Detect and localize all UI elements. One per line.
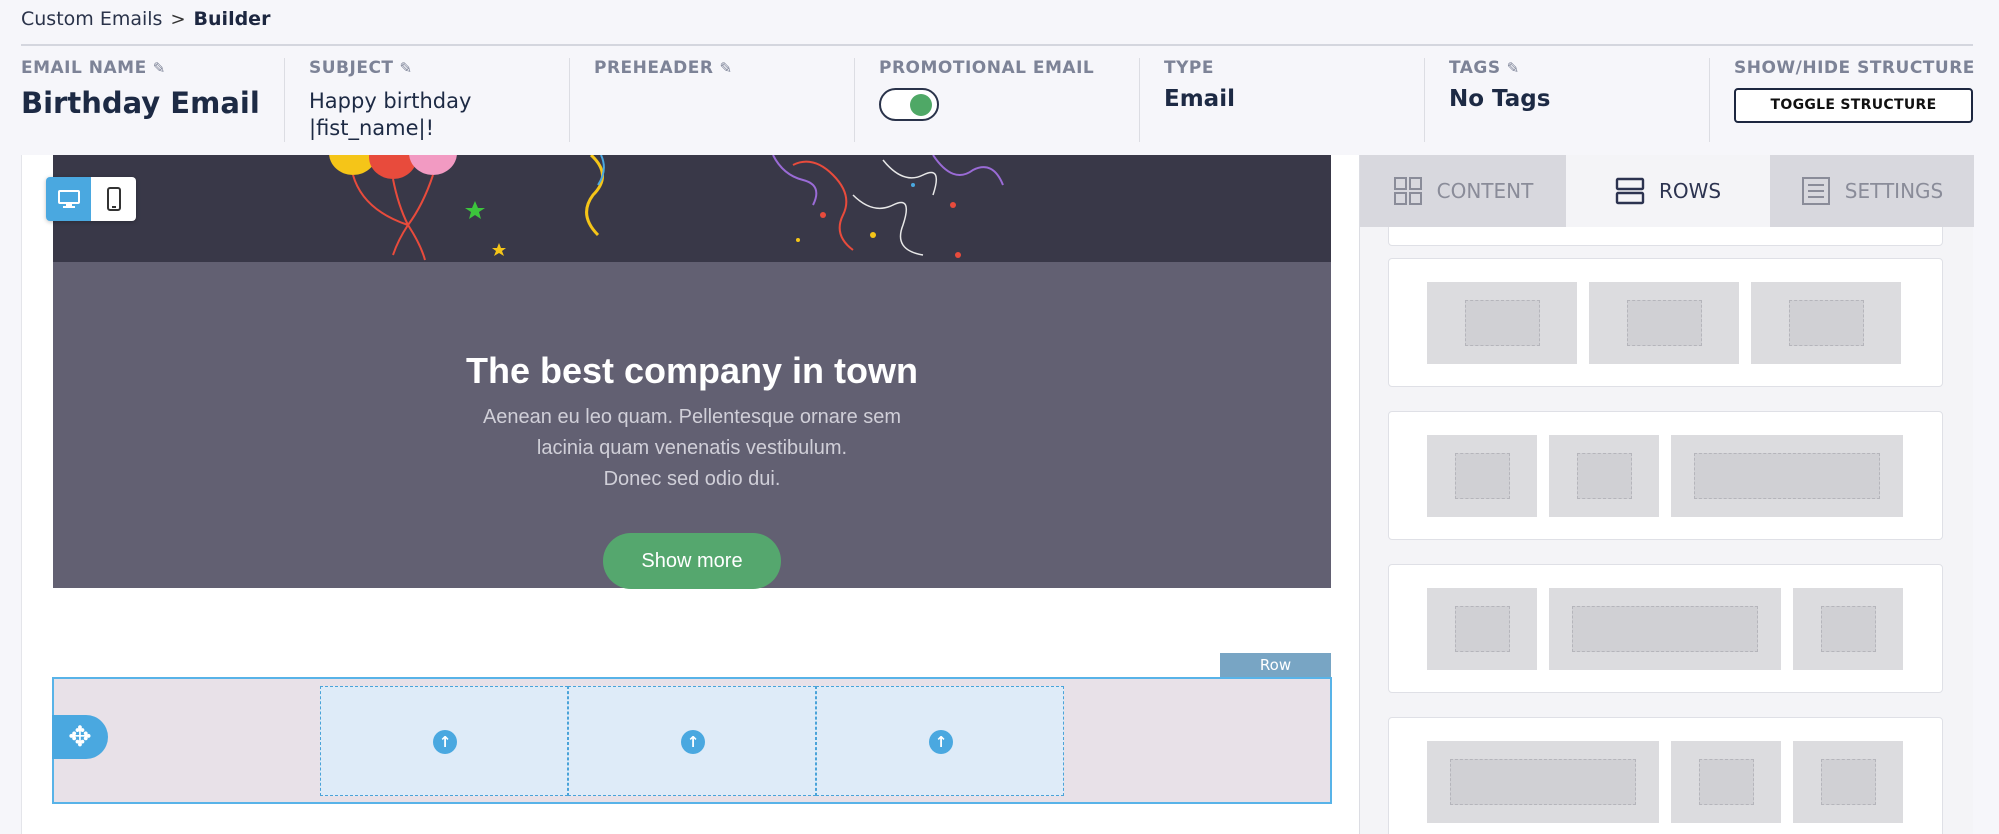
preheader-field[interactable]: PREHEADER ✎ xyxy=(594,58,784,148)
structure-label: SHOW/HIDE STRUCTURE xyxy=(1734,58,1975,78)
layout-column xyxy=(1793,588,1903,670)
layout-column xyxy=(1549,435,1659,517)
hero-section[interactable]: The best company in town Aenean eu leo q… xyxy=(53,262,1331,589)
row-layout-card[interactable] xyxy=(1388,227,1943,246)
layout-column xyxy=(1427,435,1537,517)
row-tag[interactable]: Row xyxy=(1220,653,1331,677)
layout-column xyxy=(1549,588,1781,670)
breadcrumb-parent[interactable]: Custom Emails xyxy=(21,8,162,30)
preheader-label: PREHEADER xyxy=(594,58,714,78)
toggle-structure-button[interactable]: TOGGLE STRUCTURE xyxy=(1734,88,1973,123)
layout-column xyxy=(1793,741,1903,823)
tab-rows[interactable]: ROWS xyxy=(1566,155,1770,227)
show-more-button[interactable]: Show more xyxy=(603,533,781,589)
tab-settings-label: SETTINGS xyxy=(1844,179,1944,203)
row-layout-card[interactable] xyxy=(1388,564,1943,693)
divider xyxy=(284,58,285,142)
type-field: TYPE Email xyxy=(1164,58,1235,148)
pencil-icon[interactable]: ✎ xyxy=(1507,59,1520,77)
email-name-value: Birthday Email xyxy=(21,86,260,120)
divider xyxy=(1709,58,1710,142)
hero-text-line: Donec sed odio dui. xyxy=(603,468,781,490)
layout-column xyxy=(1751,282,1901,364)
tab-content[interactable]: CONTENT xyxy=(1360,155,1566,227)
move-icon[interactable]: ✥ xyxy=(52,715,108,759)
email-canvas: The best company in town Aenean eu leo q… xyxy=(21,155,1361,834)
rows-icon xyxy=(1615,177,1645,205)
promotional-label: PROMOTIONAL EMAIL xyxy=(879,58,1095,78)
row-layout-card[interactable] xyxy=(1388,717,1943,834)
layout-column xyxy=(1427,282,1577,364)
pencil-icon[interactable]: ✎ xyxy=(153,59,166,77)
structure-field: SHOW/HIDE STRUCTURE TOGGLE STRUCTURE xyxy=(1734,58,1975,148)
upload-icon[interactable]: ↑ xyxy=(433,730,457,754)
layout-column xyxy=(1671,741,1781,823)
builder-side-panel: CONTENT ROWS SETTINGS xyxy=(1359,155,1974,834)
row-column[interactable]: ↑ xyxy=(568,686,816,796)
mobile-icon[interactable] xyxy=(91,177,136,221)
upload-icon[interactable]: ↑ xyxy=(681,730,705,754)
email-name-field[interactable]: EMAIL NAME ✎ Birthday Email xyxy=(21,58,260,148)
row-layout-card[interactable] xyxy=(1388,258,1943,387)
device-switch xyxy=(46,177,136,221)
hero-image[interactable] xyxy=(53,155,1331,262)
tags-field[interactable]: TAGS ✎ No Tags xyxy=(1449,58,1550,148)
hero-text-line: lacinia quam venenatis vestibulum. xyxy=(536,437,848,459)
tags-label: TAGS xyxy=(1449,58,1501,78)
settings-doc-icon xyxy=(1801,177,1830,205)
subject-field[interactable]: SUBJECT ✎ Happy birthday |fist_name|! xyxy=(309,58,499,148)
grid-icon xyxy=(1393,177,1422,205)
email-name-label: EMAIL NAME xyxy=(21,58,147,78)
row-layout-list xyxy=(1388,227,1944,834)
row-layout-card[interactable] xyxy=(1388,411,1943,540)
subject-line-2: |fist_name|! xyxy=(309,116,435,140)
email-settings-header: EMAIL NAME ✎ Birthday Email SUBJECT ✎ Happ… xyxy=(0,58,1999,148)
pencil-icon[interactable]: ✎ xyxy=(400,59,413,77)
divider xyxy=(1424,58,1425,142)
header-divider xyxy=(21,44,1973,46)
type-value: Email xyxy=(1164,86,1235,112)
tab-rows-label: ROWS xyxy=(1658,179,1722,203)
layout-column xyxy=(1427,588,1537,670)
breadcrumb-current: Builder xyxy=(193,8,271,30)
tab-settings[interactable]: SETTINGS xyxy=(1770,155,1974,227)
subject-line-1: Happy birthday xyxy=(309,89,472,113)
toggle-knob xyxy=(910,94,932,116)
row-column[interactable]: ↑ xyxy=(320,686,568,796)
balloons-confetti-illustration xyxy=(329,155,1004,261)
panel-tabs: CONTENT ROWS SETTINGS xyxy=(1360,155,1974,227)
divider xyxy=(1139,58,1140,142)
desktop-icon[interactable] xyxy=(46,177,91,221)
hero-text: Aenean eu leo quam. Pellentesque ornare … xyxy=(442,402,942,495)
subject-label: SUBJECT xyxy=(309,58,394,78)
layout-column xyxy=(1427,741,1659,823)
breadcrumb: Custom Emails > Builder xyxy=(21,8,270,30)
tab-content-label: CONTENT xyxy=(1436,179,1534,203)
promotional-toggle[interactable] xyxy=(879,88,939,121)
hero-title: The best company in town xyxy=(465,350,919,391)
divider xyxy=(854,58,855,142)
layout-column xyxy=(1671,435,1903,517)
selected-row[interactable]: ✥ ↑ ↑ ↑ xyxy=(52,677,1332,804)
layout-column xyxy=(1589,282,1739,364)
pencil-icon[interactable]: ✎ xyxy=(719,59,732,77)
breadcrumb-separator: > xyxy=(170,8,186,30)
type-label: TYPE xyxy=(1164,58,1214,78)
row-column[interactable]: ↑ xyxy=(816,686,1064,796)
divider xyxy=(569,58,570,142)
hero-text-line: Aenean eu leo quam. Pellentesque ornare … xyxy=(482,406,902,428)
promotional-field: PROMOTIONAL EMAIL xyxy=(879,58,1094,148)
tags-value: No Tags xyxy=(1449,86,1551,112)
subject-value: Happy birthday |fist_name|! xyxy=(309,88,499,142)
email-preview: The best company in town Aenean eu leo q… xyxy=(52,155,1332,834)
upload-icon[interactable]: ↑ xyxy=(929,730,953,754)
